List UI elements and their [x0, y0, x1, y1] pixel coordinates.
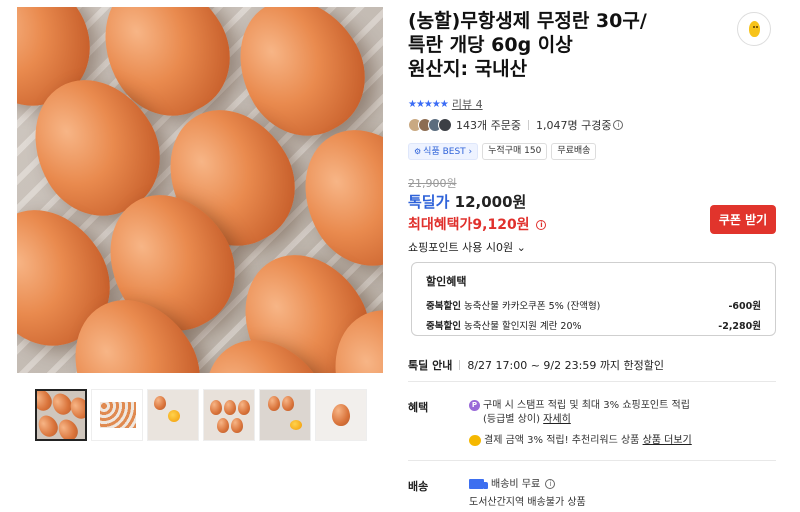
truck-icon	[469, 479, 488, 489]
title-line: (농할)무항생제 무정란 30구/	[408, 10, 647, 32]
thumbnail-6[interactable]	[315, 389, 367, 441]
divider	[459, 360, 461, 370]
food-best-badge[interactable]: ⚙ 식품 BEST ›	[408, 143, 479, 160]
thumbnail-strip	[35, 389, 367, 441]
max-benefit-price: 최대혜택가9,120원 i	[408, 214, 547, 234]
free-shipping-badge: 무료배송	[551, 143, 597, 160]
info-icon[interactable]: i	[545, 479, 556, 489]
buyer-avatars	[408, 118, 452, 132]
points-label: 쇼핑포인트 사용 시0원	[408, 241, 514, 254]
review-count-link[interactable]: 리뷰 4	[452, 96, 483, 112]
discount-row: 중복할인 농축산물 카카오쿠폰 5% (잔액형) -600원	[426, 301, 761, 312]
title-line: 원산지: 국내산	[408, 58, 528, 80]
info-icon[interactable]: i	[613, 120, 624, 130]
info-icon[interactable]: i	[536, 220, 547, 230]
divider	[527, 120, 529, 130]
original-price: 21,900원	[408, 177, 457, 190]
product-main-image	[17, 7, 383, 373]
shipping-label: 배송	[408, 480, 429, 493]
chevron-down-icon: ⌄	[516, 241, 526, 254]
thumbnail-5[interactable]	[259, 389, 311, 441]
divider	[408, 381, 776, 382]
rating-row: ★★★★★ 리뷰 4	[408, 96, 483, 112]
more-products-link[interactable]: 상품 더보기	[643, 435, 692, 446]
deal-price: 12,000원	[454, 193, 527, 211]
avatar	[438, 118, 452, 132]
deal-period: 8/27 17:00 ~ 9/2 23:59 까지 한정할인	[467, 359, 665, 372]
shipping-note: 도서산간지역 배송불가 상품	[469, 497, 586, 508]
deal-notice-label: 톡딜 안내	[408, 359, 453, 372]
benefit-reward: 결제 금액 3% 적립! 추천리워드 상품 상품 더보기	[469, 434, 692, 448]
coupon-download-button[interactable]: 쿠폰 받기	[710, 205, 776, 234]
points-dropdown[interactable]: 쇼핑포인트 사용 시0원 ⌄	[408, 239, 526, 255]
max-benefit-text: 최대혜택가9,120원	[408, 217, 530, 233]
thumbnail-3[interactable]	[147, 389, 199, 441]
thumbnail-4[interactable]	[203, 389, 255, 441]
thumbnail-2[interactable]	[91, 389, 143, 441]
point-icon: P	[469, 399, 480, 411]
coin-icon	[469, 434, 481, 446]
thumbnail-1[interactable]	[35, 389, 87, 441]
product-title: (농할)무항생제 무정란 30구/ 특란 개당 60g 이상 원산지: 국내산	[408, 9, 708, 81]
cumulative-purchase-badge: 누적구매 150	[482, 143, 548, 160]
star-rating-icon: ★★★★★	[408, 98, 449, 110]
deal-notice: 톡딜 안내 8/27 17:00 ~ 9/2 23:59 까지 한정할인	[408, 357, 664, 373]
viewers-count: 1,047명 구경중	[535, 119, 612, 132]
discount-header: 할인혜택	[426, 275, 467, 288]
shipping-info: 배송비 무료 i 도서산간지역 배송불가 상품	[469, 479, 586, 508]
character-icon	[748, 21, 760, 37]
benefit-stamp: P 구매 시 스탬프 적립 및 최대 3% 쇼핑포인트 적립 (등급별 상이) 자…	[469, 399, 690, 427]
title-line: 특란 개당 60g 이상	[408, 34, 573, 56]
deal-price-label: 톡딜가	[408, 193, 450, 211]
orders-count: 143개 주문중	[456, 119, 521, 132]
character-share-button[interactable]	[737, 12, 771, 46]
badge-row: ⚙ 식품 BEST › 누적구매 150 무료배송	[408, 143, 597, 160]
deal-price-line: 톡딜가 12,000원	[408, 191, 526, 212]
divider	[408, 460, 776, 461]
discount-box: 할인혜택 중복할인 농축산물 카카오쿠폰 5% (잔액형) -600원 중복할인 농…	[411, 262, 776, 336]
benefit-label: 혜택	[408, 401, 429, 414]
detail-link[interactable]: 자세히	[543, 414, 571, 425]
discount-row: 중복할인 농축산물 할인지원 계란 20% -2,280원	[426, 321, 761, 332]
stats-row: 143개 주문중 1,047명 구경중 i	[408, 116, 624, 134]
